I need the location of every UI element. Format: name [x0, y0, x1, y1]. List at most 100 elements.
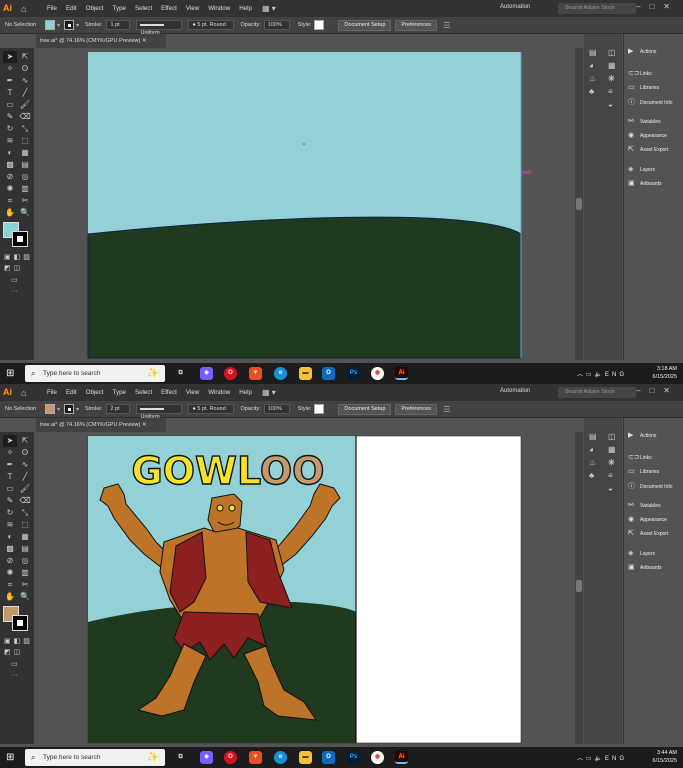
- fill-stroke-well[interactable]: [3, 606, 31, 632]
- slice-tool-icon[interactable]: ✂: [18, 195, 32, 207]
- menu-edit[interactable]: Edit: [66, 5, 77, 12]
- minimize-button[interactable]: –: [636, 386, 649, 395]
- column-graph-tool-icon[interactable]: ▥: [18, 183, 32, 195]
- search-stock-input[interactable]: Search Adobe Stock: [558, 3, 636, 14]
- menu-help[interactable]: Help: [239, 5, 252, 12]
- warp-tool-icon[interactable]: ≋: [3, 135, 17, 147]
- panel-layers[interactable]: ◈ Layers: [628, 549, 655, 557]
- system-tray[interactable]: ︿▭🔈ENG: [577, 369, 627, 378]
- panel-appearance[interactable]: ◉ Appearance: [628, 131, 667, 139]
- menu-window[interactable]: Window: [208, 389, 230, 396]
- edge-icon[interactable]: e: [274, 751, 287, 764]
- menu-file[interactable]: File: [47, 389, 57, 396]
- search-stock-input[interactable]: Search Adobe Stock: [558, 387, 636, 398]
- home-icon[interactable]: ⌂: [21, 3, 33, 15]
- shaper-tool-icon[interactable]: ✎: [3, 495, 17, 507]
- style-swatch[interactable]: [314, 404, 325, 414]
- document-tab[interactable]: tree.ai* @ 74.16% (CMYK/GPU Preview) ✕: [36, 34, 166, 48]
- menu-type[interactable]: Type: [113, 5, 126, 12]
- zoom-tool-icon[interactable]: 🔍: [18, 591, 32, 603]
- document-tab[interactable]: tree.ai* @ 74.16% (CMYK/GPU Preview) ✕: [36, 418, 166, 432]
- symbols-icon[interactable]: ❋: [608, 458, 615, 467]
- taskbar-search-input[interactable]: ⌕ Type here to search ✨: [25, 749, 165, 766]
- lasso-tool-icon[interactable]: ʘ: [18, 63, 32, 75]
- transparency-icon[interactable]: ◒: [608, 484, 613, 493]
- fill-stroke-well[interactable]: [3, 222, 31, 248]
- type-tool-icon[interactable]: T: [3, 87, 17, 99]
- chevron-down-icon[interactable]: ▾: [76, 406, 79, 413]
- rotate-tool-icon[interactable]: ↻: [3, 507, 17, 519]
- panel-libraries[interactable]: ▭ Libraries: [628, 83, 659, 91]
- symbol-sprayer-tool-icon[interactable]: ✺: [3, 183, 17, 195]
- vertical-scrollbar[interactable]: [575, 48, 583, 360]
- rotate-tool-icon[interactable]: ↻: [3, 123, 17, 135]
- stroke-color-box[interactable]: [12, 615, 28, 631]
- menu-file[interactable]: File: [47, 5, 57, 12]
- panel-appearance[interactable]: ◉ Appearance: [628, 515, 667, 523]
- draw-mode-icons[interactable]: ◩◫: [4, 264, 23, 272]
- stroke-label[interactable]: Stroke:: [85, 22, 102, 28]
- maximize-button[interactable]: □: [649, 386, 663, 395]
- menu-help[interactable]: Help: [239, 389, 252, 396]
- lasso-tool-icon[interactable]: ʘ: [18, 447, 32, 459]
- panel-document-info[interactable]: ⓘ Document Info: [628, 97, 673, 107]
- eyedropper-tool-icon[interactable]: ⊘: [3, 171, 17, 183]
- panel-artboards[interactable]: ▣ Artboards: [628, 563, 662, 571]
- file-explorer-icon[interactable]: ▬: [299, 367, 312, 380]
- windows-start-icon[interactable]: ⊞: [6, 752, 14, 763]
- transparency-icon[interactable]: ◒: [608, 100, 613, 109]
- tray-chevron-icon[interactable]: ︿: [577, 756, 586, 762]
- curvature-tool-icon[interactable]: ∿: [18, 459, 32, 471]
- line-tool-icon[interactable]: ╱: [18, 471, 32, 483]
- taskbar-search-input[interactable]: ⌕ Type here to search ✨: [25, 365, 165, 382]
- chevron-down-icon[interactable]: ▾: [57, 22, 60, 29]
- variable-width-profile[interactable]: Uniform: [136, 20, 183, 36]
- stroke-swatch[interactable]: [64, 404, 75, 414]
- canvas-area[interactable]: GOWLOO: [34, 432, 575, 744]
- menu-view[interactable]: View: [186, 389, 199, 396]
- photoshop-icon[interactable]: Ps: [347, 751, 360, 764]
- edge-icon[interactable]: e: [274, 367, 287, 380]
- color-icon[interactable]: ◕: [589, 445, 594, 454]
- color-icon[interactable]: ◕: [589, 61, 594, 70]
- stroke-icon[interactable]: ≡: [608, 471, 613, 480]
- workspace-switcher-icon[interactable]: ▦ ▾: [262, 388, 276, 397]
- menu-type[interactable]: Type: [113, 389, 126, 396]
- copilot-icon[interactable]: ◈: [200, 751, 213, 764]
- language-indicator[interactable]: ENG: [605, 372, 627, 378]
- more-tools-icon[interactable]: ···: [11, 672, 18, 679]
- stroke-swatch[interactable]: [64, 20, 75, 30]
- mesh-tool-icon[interactable]: ▩: [3, 543, 17, 555]
- shape-builder-tool-icon[interactable]: ◐: [3, 531, 17, 543]
- chrome-icon[interactable]: ◉: [371, 751, 384, 764]
- artboard[interactable]: path: [34, 48, 575, 360]
- photoshop-icon[interactable]: Ps: [347, 367, 360, 380]
- panel-artboards[interactable]: ▣ Artboards: [628, 179, 662, 187]
- opacity-label[interactable]: Opacity:: [240, 22, 260, 28]
- menu-object[interactable]: Object: [86, 5, 104, 12]
- more-tools-icon[interactable]: ···: [11, 288, 18, 295]
- stroke-label[interactable]: Stroke:: [85, 406, 102, 412]
- rectangle-tool-icon[interactable]: ▭: [3, 483, 17, 495]
- panel-links[interactable]: ⊂⊃Links: [628, 69, 652, 77]
- preferences-button[interactable]: Preferences: [395, 19, 438, 31]
- close-button[interactable]: ✕: [663, 386, 679, 395]
- brushes-icon[interactable]: ♨: [589, 458, 596, 467]
- vertical-scrollbar[interactable]: [575, 432, 583, 744]
- perspective-grid-tool-icon[interactable]: ▦: [18, 531, 32, 543]
- tray-chevron-icon[interactable]: ︿: [577, 372, 586, 378]
- task-view-icon[interactable]: ⧉: [174, 367, 187, 380]
- magic-wand-tool-icon[interactable]: ✧: [3, 63, 17, 75]
- artboard-tool-icon[interactable]: ⌗: [3, 579, 17, 591]
- color-mode-icons[interactable]: ▣◧▨: [4, 637, 33, 645]
- maximize-button[interactable]: □: [649, 2, 663, 11]
- window-controls[interactable]: –□✕: [636, 386, 679, 395]
- workspace-switcher-icon[interactable]: ▦ ▾: [262, 4, 276, 13]
- stroke-weight-field[interactable]: 2 pt: [106, 404, 131, 414]
- opera-icon[interactable]: O: [224, 367, 237, 380]
- artboard-tool-icon[interactable]: ⌗: [3, 195, 17, 207]
- menu-edit[interactable]: Edit: [66, 389, 77, 396]
- mesh-tool-icon[interactable]: ▩: [3, 159, 17, 171]
- chevron-down-icon[interactable]: ▾: [76, 22, 79, 29]
- scroll-thumb[interactable]: [576, 198, 582, 210]
